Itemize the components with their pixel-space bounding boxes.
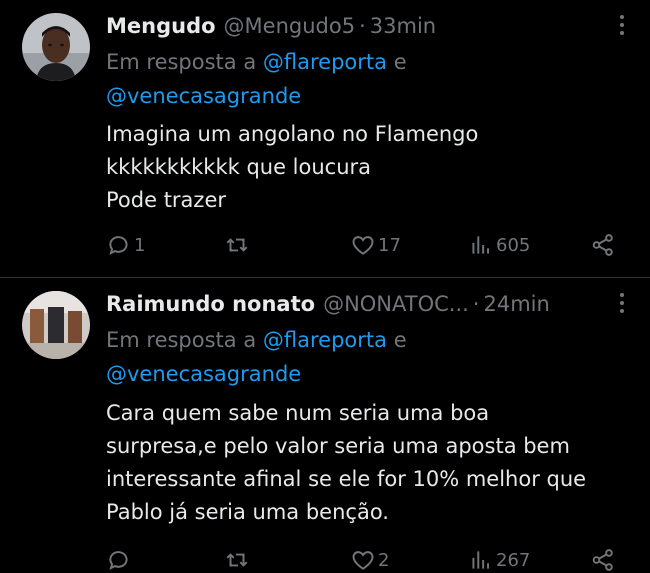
reply-button[interactable] [106,545,134,573]
reply-conjunction: e [393,50,407,74]
tweet[interactable]: Mengudo @Mengudo5 · 33min Em resposta a … [0,0,650,277]
like-button[interactable]: 17 [350,230,401,260]
display-name[interactable]: Mengudo [106,14,216,38]
like-count: 17 [378,234,401,256]
reply-prefix: Em resposta a [106,50,257,74]
reply-count: 1 [134,234,146,256]
tweet-actions: 1 17 605 [106,230,620,260]
tweet-text-line: Pablo já seria uma benção. [106,500,389,524]
tweet-text-line: kkkkkkkkkkk que loucura [106,155,372,179]
share-icon [592,234,613,256]
view-count: 267 [496,549,531,571]
more-icon[interactable] [612,12,632,40]
avatar[interactable] [22,13,90,81]
timestamp[interactable]: 33min [370,14,436,38]
display-name[interactable]: Raimundo nonato [106,292,315,316]
retweet-icon [226,553,248,567]
user-handle[interactable]: @NONATOC... [323,292,469,316]
mention-link[interactable]: @flareporta [263,328,387,352]
user-handle[interactable]: @Mengudo5 [224,14,356,38]
tweet-text-line: interessante afinal se ele for 10% melho… [106,467,587,491]
heart-icon [352,551,374,570]
reply-prefix: Em resposta a [106,328,257,352]
reply-context: Em resposta a @flareporta e @venecasagra… [106,323,546,391]
tweet-text: Cara quem sabe num seria uma boa surpres… [106,397,636,529]
retweet-button[interactable] [224,230,252,260]
mention-link[interactable]: @venecasagrande [106,84,301,108]
reply-icon [109,236,128,255]
share-button[interactable] [590,545,616,573]
views-icon [472,236,490,254]
reply-button[interactable]: 1 [106,230,145,260]
tweet[interactable]: Raimundo nonato @NONATOC... · 24min Em r… [0,278,650,573]
like-count: 2 [378,549,390,571]
reply-icon [109,551,128,570]
mention-link[interactable]: @venecasagrande [106,362,301,386]
tweet-text: Imagina um angolano no Flamengo kkkkkkkk… [106,118,636,217]
avatar[interactable] [22,291,90,359]
tweet-text-line: Imagina um angolano no Flamengo [106,122,479,146]
tweet-text-line: Pode trazer [106,188,227,212]
tweet-header: Mengudo @Mengudo5 · 33min [106,8,610,44]
timestamp[interactable]: 24min [483,292,549,316]
views-icon [472,551,490,569]
tweet-text-line: surpresa,e pelo valor seria uma aposta b… [106,434,570,458]
more-icon[interactable] [612,290,632,318]
heart-icon [352,236,374,255]
mention-link[interactable]: @flareporta [263,50,387,74]
tweet-actions: 2 267 [106,545,620,573]
reply-context: Em resposta a @flareporta e @venecasagra… [106,45,546,113]
share-button[interactable] [590,230,616,260]
reply-conjunction: e [393,328,407,352]
view-count: 605 [496,234,531,256]
share-icon [592,549,613,571]
tweet-text-line: Cara quem sabe num seria uma boa [106,401,490,425]
views-button[interactable]: 267 [468,545,530,573]
separator-dot: · [359,14,366,38]
retweet-button[interactable] [224,545,252,573]
retweet-icon [226,238,248,252]
tweet-header: Raimundo nonato @NONATOC... · 24min [106,286,610,322]
like-button[interactable]: 2 [350,545,389,573]
separator-dot: · [472,292,480,316]
views-button[interactable]: 605 [468,230,530,260]
